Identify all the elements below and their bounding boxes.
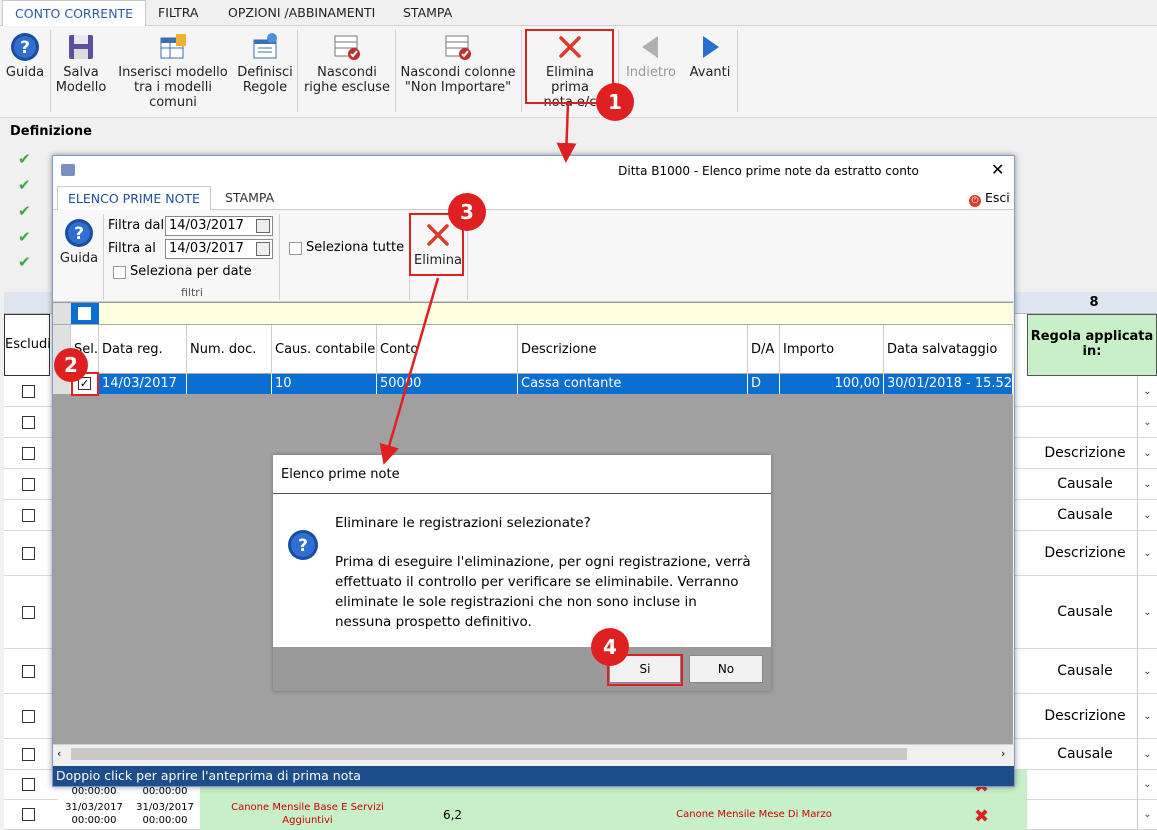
annotation-arrows [379,101,577,465]
annotation-number: 4 [591,628,629,666]
annotation-number: 2 [54,348,88,382]
annotation-number: 1 [596,83,634,121]
annotation-number: 3 [448,193,486,231]
